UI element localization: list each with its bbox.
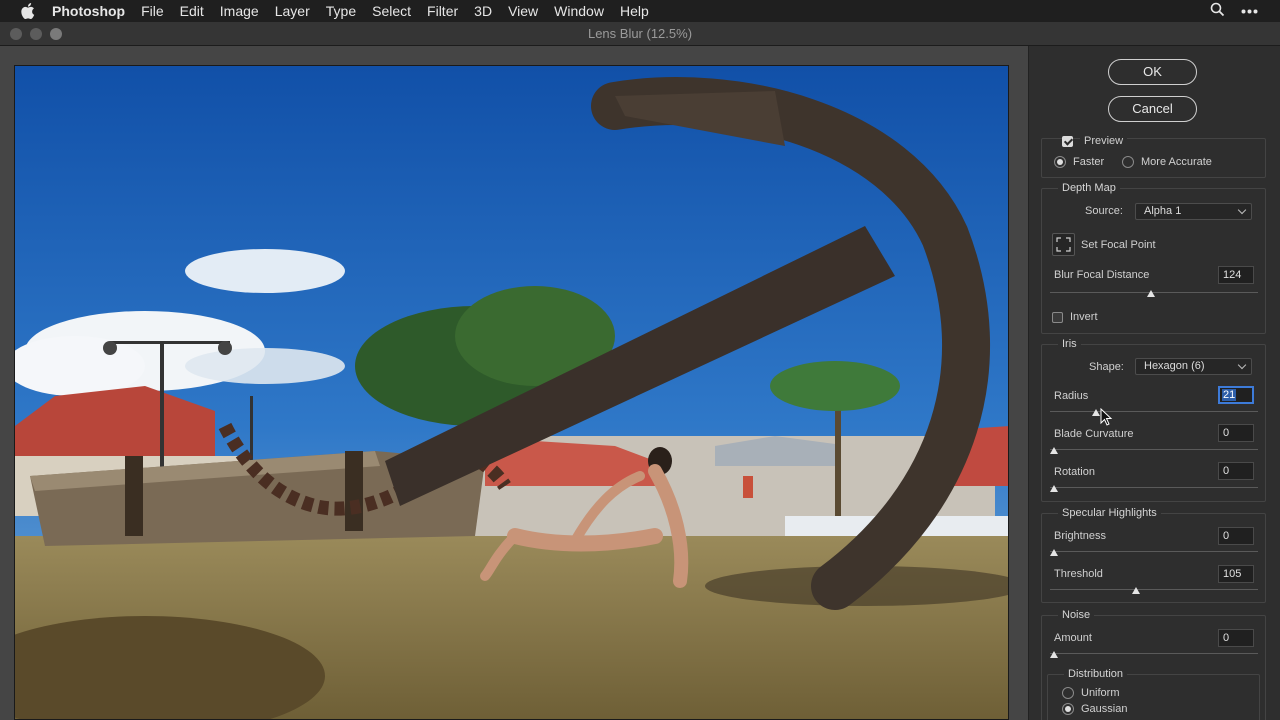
menu-edit[interactable]: Edit [172, 0, 212, 22]
preview-image[interactable] [14, 65, 1009, 720]
amount-field[interactable]: 0 [1218, 629, 1254, 647]
preview-area [0, 46, 1028, 720]
blade-curvature-field[interactable]: 0 [1218, 424, 1254, 442]
shape-value: Hexagon (6) [1144, 360, 1205, 372]
menu-view[interactable]: View [500, 0, 546, 22]
blade-curvature-slider[interactable] [1050, 447, 1258, 455]
shape-label: Shape: [1089, 361, 1124, 373]
menu-help[interactable]: Help [612, 0, 657, 22]
brightness-thumb[interactable] [1050, 549, 1058, 556]
faster-label: Faster [1073, 156, 1105, 168]
depth-map-group: Depth Map Source: Alpha 1 Set Focal Poin… [1041, 181, 1266, 334]
brightness-field[interactable]: 0 [1218, 527, 1254, 545]
preview-group: Preview Faster More Accurate [1041, 134, 1266, 178]
rotation-slider[interactable] [1050, 485, 1258, 493]
iris-title: Iris [1058, 337, 1081, 351]
noise-title: Noise [1058, 608, 1095, 622]
uniform-radio[interactable] [1062, 687, 1074, 699]
source-select[interactable]: Alpha 1 [1135, 203, 1252, 220]
menu-select[interactable]: Select [364, 0, 419, 22]
radius-thumb[interactable] [1092, 409, 1100, 416]
blur-focal-distance-slider[interactable] [1050, 290, 1258, 298]
source-label: Source: [1085, 205, 1123, 217]
window-titlebar: Lens Blur (12.5%) [0, 22, 1280, 46]
menu-bar: Photoshop File Edit Image Layer Type Sel… [0, 0, 1280, 22]
apple-icon[interactable] [18, 0, 38, 22]
menu-window[interactable]: Window [546, 0, 612, 22]
depth-map-title: Depth Map [1058, 181, 1120, 195]
blade-curvature-label: Blade Curvature [1054, 428, 1134, 440]
dropdown-caret-icon [1237, 360, 1247, 370]
specular-highlights-group: Specular Highlights Brightness 0 Thresho… [1041, 506, 1266, 603]
more-accurate-radio[interactable] [1122, 156, 1134, 168]
more-accurate-label: More Accurate [1141, 156, 1212, 168]
blur-focal-distance-thumb[interactable] [1147, 290, 1156, 297]
amount-label: Amount [1054, 632, 1092, 644]
cursor-icon [1100, 407, 1114, 428]
threshold-label: Threshold [1054, 568, 1103, 580]
blur-focal-distance-label: Blur Focal Distance [1054, 269, 1150, 281]
specular-highlights-title: Specular Highlights [1058, 506, 1161, 520]
threshold-slider[interactable] [1050, 587, 1258, 595]
window-title: Lens Blur (12.5%) [587, 26, 693, 41]
noise-group: Noise Amount 0 Distribution Uniform Gaus… [1041, 608, 1266, 720]
dropdown-caret-icon [1237, 205, 1247, 215]
iris-group: Iris Shape: Hexagon (6) Radius 21 Blade … [1041, 337, 1266, 502]
distribution-group: Distribution Uniform Gaussian [1047, 667, 1260, 720]
brightness-slider[interactable] [1050, 549, 1258, 557]
menu-layer[interactable]: Layer [267, 0, 318, 22]
menu-3d[interactable]: 3D [466, 0, 500, 22]
shape-select[interactable]: Hexagon (6) [1135, 358, 1252, 375]
cancel-button[interactable]: Cancel [1108, 96, 1197, 122]
blade-curvature-thumb[interactable] [1050, 447, 1058, 454]
threshold-field[interactable]: 105 [1218, 565, 1254, 583]
set-focal-point-label: Set Focal Point [1081, 239, 1156, 251]
focal-point-icon[interactable] [1052, 233, 1075, 256]
more-icon[interactable] [1241, 5, 1258, 17]
radius-label: Radius [1054, 390, 1089, 402]
distribution-title: Distribution [1064, 667, 1128, 681]
search-icon[interactable] [1210, 2, 1225, 20]
brightness-label: Brightness [1054, 530, 1106, 542]
invert-checkbox[interactable] [1052, 312, 1063, 323]
ok-button[interactable]: OK [1108, 59, 1197, 85]
preview-label: Preview [1080, 134, 1128, 148]
faster-radio[interactable] [1054, 156, 1066, 168]
rotation-field[interactable]: 0 [1218, 462, 1254, 480]
amount-thumb[interactable] [1050, 651, 1058, 658]
radius-value: 21 [1222, 389, 1237, 401]
blur-focal-distance-field[interactable]: 124 [1218, 266, 1254, 284]
menu-image[interactable]: Image [212, 0, 267, 22]
lens-blur-settings-panel: OK Cancel Preview Faster More Accurate D… [1028, 46, 1280, 720]
rotation-label: Rotation [1054, 466, 1095, 478]
radius-slider[interactable] [1050, 409, 1258, 417]
radius-field[interactable]: 21 [1218, 386, 1254, 404]
preview-checkbox[interactable] [1062, 136, 1073, 147]
source-value: Alpha 1 [1144, 205, 1182, 217]
gaussian-label: Gaussian [1081, 703, 1128, 715]
gaussian-radio[interactable] [1062, 703, 1074, 715]
menu-app-photoshop[interactable]: Photoshop [38, 0, 133, 22]
invert-label: Invert [1070, 311, 1098, 323]
menu-filter[interactable]: Filter [419, 0, 466, 22]
threshold-thumb[interactable] [1132, 587, 1140, 594]
rotation-thumb[interactable] [1050, 485, 1058, 492]
amount-slider[interactable] [1050, 651, 1258, 659]
menu-file[interactable]: File [133, 0, 172, 22]
uniform-label: Uniform [1081, 687, 1120, 699]
menu-type[interactable]: Type [318, 0, 364, 22]
